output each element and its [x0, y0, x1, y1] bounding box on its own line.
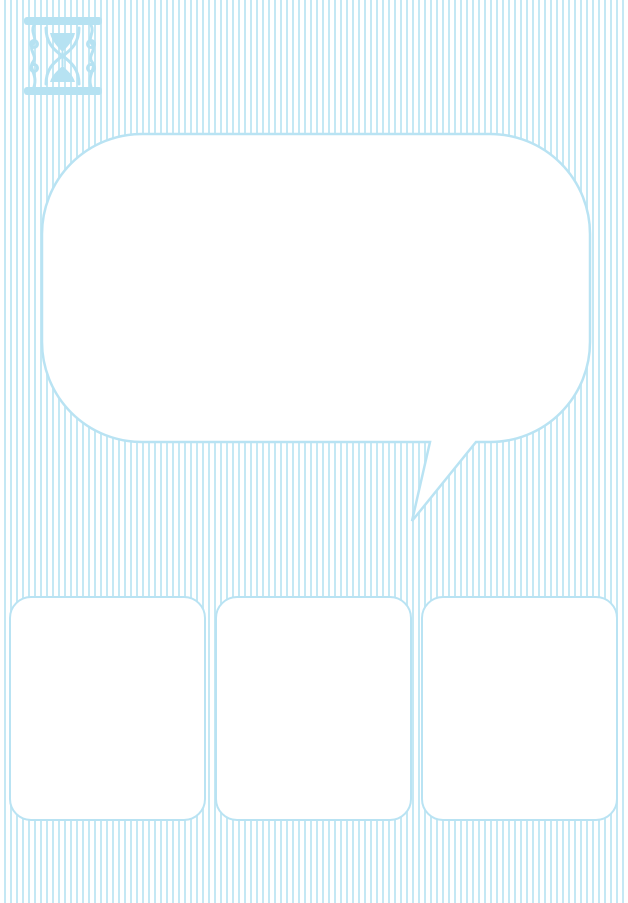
striped-page — [0, 0, 628, 903]
card-left — [9, 596, 206, 821]
speech-bubble — [40, 132, 592, 522]
card-middle — [215, 596, 412, 821]
card-right — [421, 596, 618, 821]
hourglass-icon — [24, 17, 102, 95]
